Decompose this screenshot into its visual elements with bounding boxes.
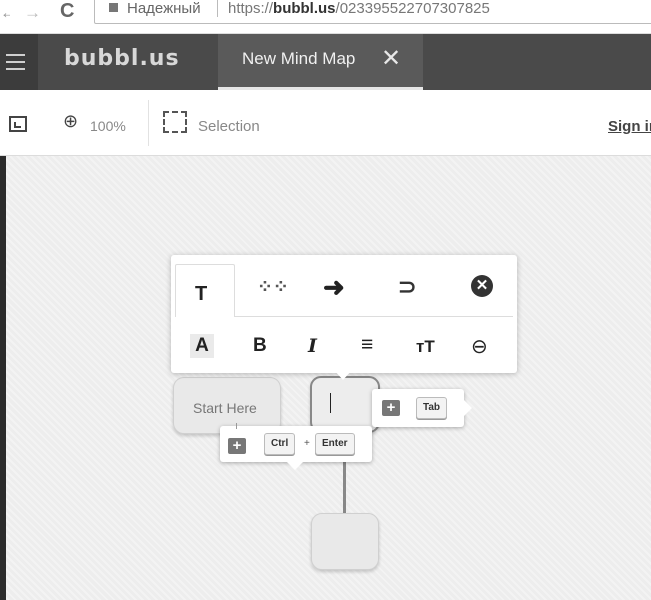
text-tab-icon[interactable]: T: [195, 283, 207, 306]
link-icon[interactable]: ⊖: [471, 334, 488, 359]
add-sibling-hint: + Tab: [372, 389, 464, 427]
ctrl-key: Ctrl: [264, 433, 296, 455]
hint-pointer: [286, 461, 304, 470]
window-edge: [0, 156, 6, 600]
lock-icon: [109, 3, 118, 12]
toolbar: ⊕ 100% Selection Sign in: [0, 90, 651, 156]
selection-button[interactable]: Selection: [198, 118, 260, 135]
close-icon[interactable]: ✕: [471, 275, 493, 297]
plus-sign: +: [304, 438, 310, 449]
bold-button[interactable]: B: [253, 335, 267, 357]
close-tab-icon[interactable]: ✕: [381, 44, 401, 73]
url-separator: [217, 0, 218, 17]
text-color-button[interactable]: A: [190, 334, 214, 358]
editing-bubble[interactable]: [310, 376, 380, 433]
forward-arrow-icon[interactable]: →: [24, 3, 41, 23]
tab-new-mind-map[interactable]: New Mind Map ✕: [218, 34, 423, 90]
format-popup: T ⁘⁘ ➜ ⊃ ✕ A B I ≡ тT ⊖: [171, 255, 517, 373]
app-logo[interactable]: bubbl.us: [64, 46, 180, 71]
add-child-hint: + Ctrl + Enter: [220, 423, 372, 462]
browser-address-bar: ← → C Надежный https://bubbl.us/02339552…: [0, 0, 651, 34]
tab-key: Tab: [416, 397, 448, 419]
url-text: https://bubbl.us/023395522707307825: [228, 0, 490, 17]
zoom-level[interactable]: 100%: [90, 118, 126, 134]
reload-icon[interactable]: C: [60, 0, 74, 23]
text-caret: [330, 393, 331, 413]
arrow-icon[interactable]: ➜: [323, 272, 345, 303]
back-arrow-icon[interactable]: ←: [0, 3, 10, 23]
hint-pointer: [463, 399, 472, 417]
app-header: bubbl.us New Mind Map ✕: [0, 34, 651, 90]
enter-key: Enter: [315, 433, 355, 455]
zoom-icon[interactable]: ⊕: [63, 111, 78, 132]
fit-to-screen-icon[interactable]: [9, 116, 27, 132]
secure-label: Надежный: [127, 0, 201, 17]
sign-in-link[interactable]: Sign in: [608, 118, 651, 135]
url-field[interactable]: Надежный https://bubbl.us/02339552270730…: [94, 0, 651, 24]
align-icon[interactable]: ≡: [361, 333, 373, 357]
hamburger-menu-icon[interactable]: [0, 34, 38, 90]
child-bubble[interactable]: [311, 513, 379, 570]
tab-title: New Mind Map: [242, 49, 356, 68]
italic-button[interactable]: I: [308, 335, 317, 357]
attachment-icon[interactable]: ⊃: [398, 274, 416, 300]
add-child-icon[interactable]: +: [382, 400, 400, 416]
popup-pointer: [334, 370, 352, 380]
font-size-icon[interactable]: тT: [416, 337, 435, 357]
selection-icon[interactable]: [163, 111, 187, 133]
toolbar-divider: [148, 100, 149, 146]
layout-icon[interactable]: ⁘⁘: [257, 276, 289, 299]
add-below-icon[interactable]: +: [228, 438, 246, 454]
start-bubble-label: Start Here: [193, 400, 257, 416]
